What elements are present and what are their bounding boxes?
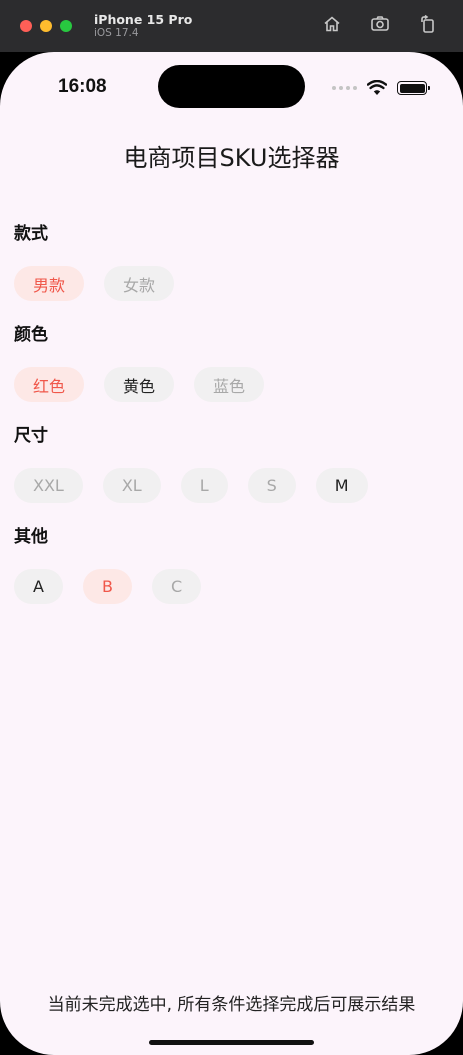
option-chips: 男款 女款 xyxy=(14,266,454,301)
sku-section-style: 款式男款 女款 xyxy=(14,222,454,301)
option-chip-style-女款: 女款 xyxy=(104,266,175,301)
home-button[interactable] xyxy=(321,13,343,35)
phone-frame: 16:08 电商项目SKU选择器 款式男款 女款颜色红色 黄色 蓝色尺寸 XXL XL L S… xyxy=(0,52,463,1055)
status-time: 16:08 xyxy=(58,76,107,97)
rotate-button[interactable] xyxy=(417,13,439,35)
home-indicator[interactable] xyxy=(149,1040,314,1045)
os-version: iOS 17.4 xyxy=(94,27,139,39)
window-controls xyxy=(20,20,72,32)
option-chip-other-a[interactable]: A xyxy=(14,569,63,604)
app-screen: 16:08 电商项目SKU选择器 款式男款 女款颜色红色 黄色 蓝色尺寸 XXL XL L S… xyxy=(0,52,463,1055)
option-chip-color-蓝色: 蓝色 xyxy=(194,367,265,402)
zoom-window-button[interactable] xyxy=(60,20,72,32)
section-title: 款式 xyxy=(14,224,48,244)
option-chip-color-黄色[interactable]: 黄色 xyxy=(104,367,175,402)
home-icon xyxy=(324,16,340,32)
dynamic-island xyxy=(158,65,305,108)
screenshot-icon xyxy=(371,16,389,31)
option-chip-size-m[interactable]: M xyxy=(315,468,368,503)
simulator-tools xyxy=(321,13,439,35)
option-chip-size-s: S xyxy=(247,468,296,503)
option-chip-size-l: L xyxy=(180,468,228,503)
device-name: iPhone 15 Pro xyxy=(94,12,193,27)
option-chip-size-xxl: XXL xyxy=(14,468,83,503)
sku-section-size: 尺寸 XXL XL L S M xyxy=(14,424,454,503)
result-status-text: 当前未完成选中, 所有条件选择完成后可展示结果 xyxy=(47,995,416,1015)
screenshot-button[interactable] xyxy=(369,13,391,35)
option-chip-style-男款[interactable]: 男款 xyxy=(14,266,85,301)
option-chips: ABC xyxy=(14,569,454,604)
option-chip-size-xl: XL xyxy=(102,468,161,503)
option-chips: XXL XL L S M xyxy=(14,468,454,503)
wifi-icon xyxy=(367,80,387,96)
minimize-window-button[interactable] xyxy=(40,20,52,32)
rotate-icon xyxy=(421,14,434,33)
sku-section-color: 颜色红色 黄色 蓝色 xyxy=(14,323,454,402)
cellular-signal-icon xyxy=(332,86,357,90)
battery-icon xyxy=(397,81,430,95)
option-chip-other-b[interactable]: B xyxy=(82,569,132,604)
simulator-title: iPhone 15 Pro iOS 17.4 xyxy=(94,12,192,40)
simulator-toolbar: iPhone 15 Pro iOS 17.4 xyxy=(0,0,463,52)
sku-section-other: 其他 A B C xyxy=(14,525,454,604)
section-title: 尺寸 xyxy=(14,426,48,446)
close-window-button[interactable] xyxy=(20,20,32,32)
status-indicators xyxy=(332,80,430,96)
option-chips: 红色 黄色 蓝色 xyxy=(14,367,454,402)
option-chip-other-c: C xyxy=(151,569,202,604)
section-title: 其他 xyxy=(14,527,48,547)
section-title: 颜色 xyxy=(14,325,48,345)
page-title: 电商项目SKU选择器 xyxy=(123,144,340,172)
option-chip-color-红色[interactable]: 红色 xyxy=(14,367,85,402)
